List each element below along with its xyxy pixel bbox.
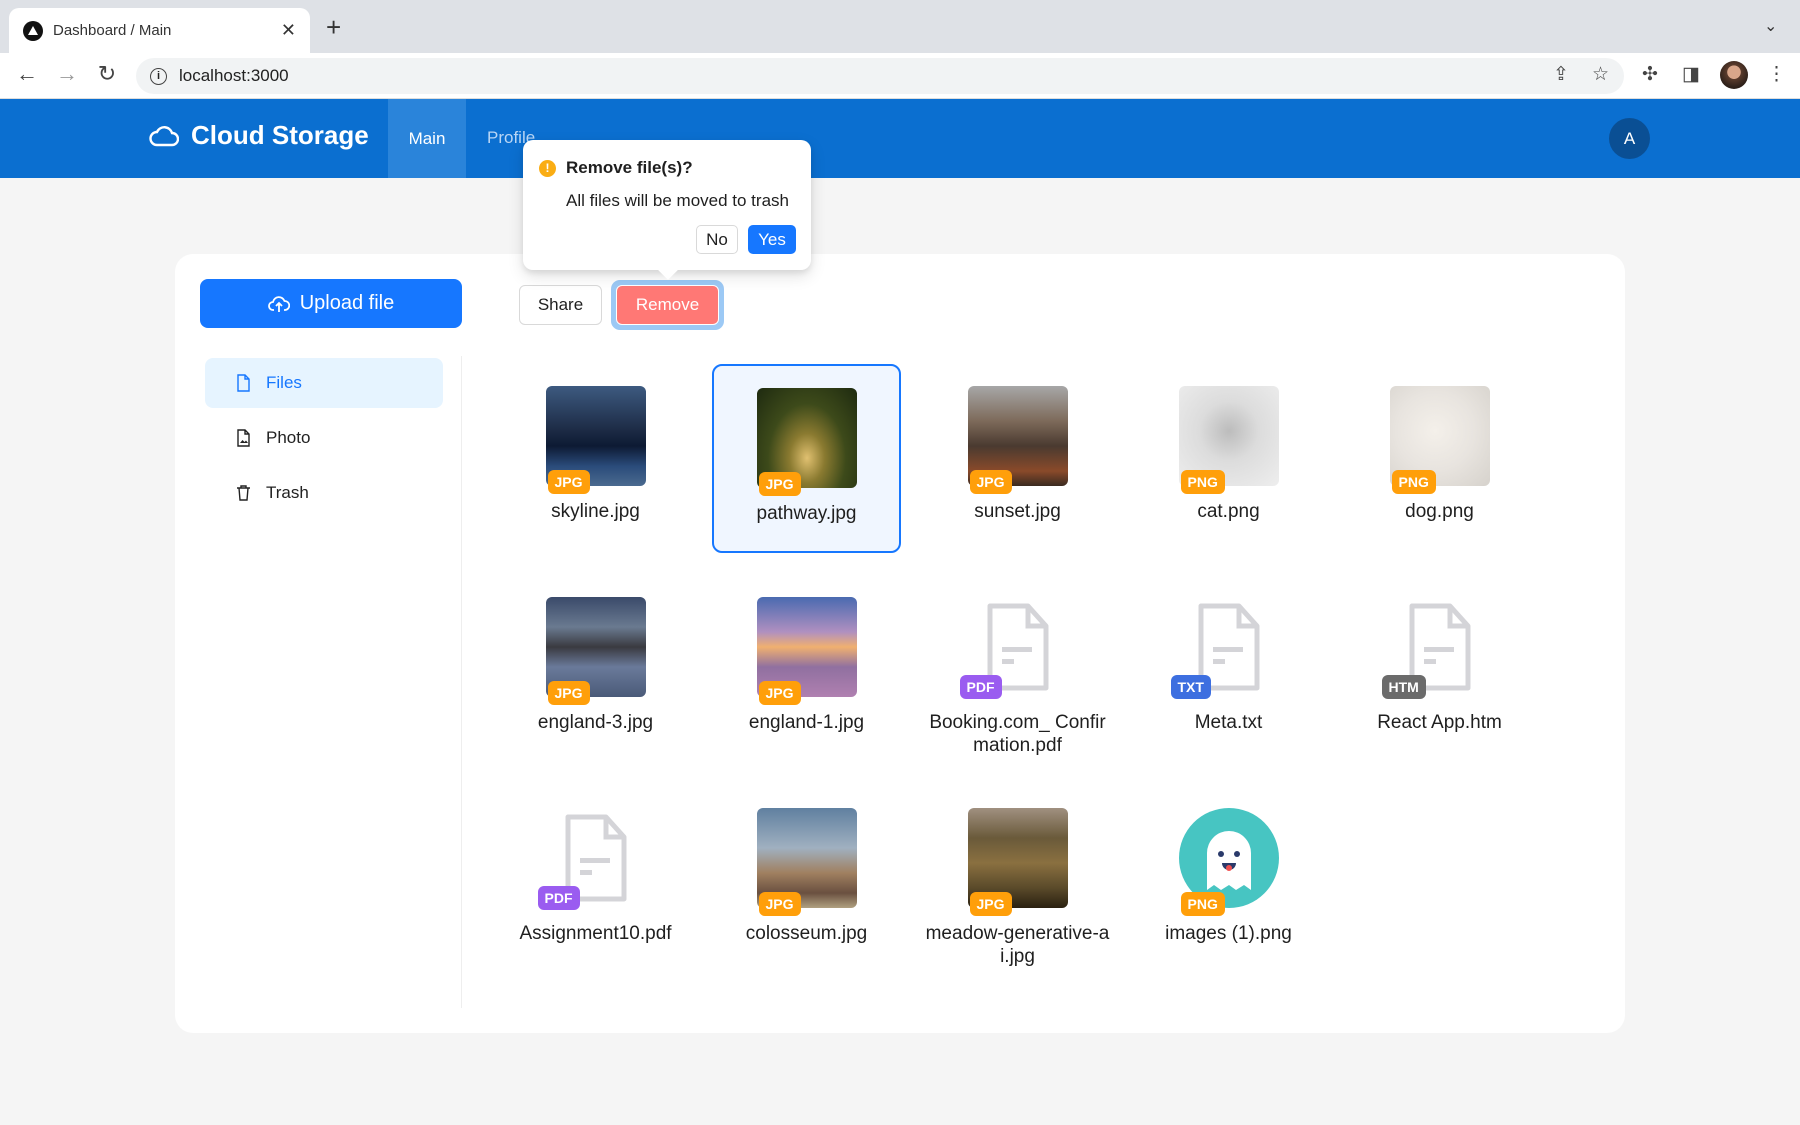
upload-file-label: Upload file bbox=[299, 292, 395, 314]
popconfirm-description: All files will be moved to trash bbox=[566, 191, 789, 210]
trash-icon bbox=[237, 485, 250, 501]
file-type-badge: JPG bbox=[547, 470, 590, 494]
file-icon bbox=[237, 374, 250, 392]
share-button[interactable]: Share bbox=[519, 285, 602, 325]
file-name: sunset.jpg bbox=[974, 501, 1061, 522]
file-type-badge: JPG bbox=[969, 892, 1012, 916]
file-name: cat.png bbox=[1197, 501, 1260, 522]
file-name: england-1.jpg bbox=[748, 712, 865, 733]
site-info-icon[interactable]: i bbox=[150, 67, 167, 85]
file-type-badge: JPG bbox=[758, 472, 801, 496]
file-item[interactable]: JPG colosseum.jpg bbox=[712, 786, 901, 975]
file-item[interactable]: TXT Meta.txt bbox=[1134, 575, 1323, 764]
sidebar-divider bbox=[461, 356, 462, 1008]
file-type-badge: PDF bbox=[959, 675, 1002, 699]
app-header: Cloud Storage Main Profile A bbox=[0, 99, 1800, 178]
browser-tab[interactable]: Dashboard / Main ✕ bbox=[9, 8, 310, 53]
share-page-icon[interactable]: ⇪ bbox=[1553, 63, 1569, 86]
browser-toolbar: ← → ↻ i localhost:3000 ⇪ ☆ ✣ ◨ ⋮ bbox=[0, 53, 1800, 99]
app-favicon-icon bbox=[23, 20, 43, 41]
sidebar-item-label: Trash bbox=[266, 483, 309, 502]
file-name: React App.htm bbox=[1377, 712, 1502, 733]
file-name: dog.png bbox=[1405, 501, 1474, 522]
file-name: Booking.com_ Confirmation.pdf bbox=[929, 712, 1106, 756]
file-item[interactable]: PNG cat.png bbox=[1134, 364, 1323, 553]
sidebar-item-photo[interactable]: Photo bbox=[205, 413, 443, 463]
file-type-badge: JPG bbox=[547, 681, 590, 705]
file-name: england-3.jpg bbox=[537, 712, 654, 733]
exclamation-warning-icon: ! bbox=[539, 160, 556, 177]
user-avatar[interactable]: A bbox=[1609, 118, 1650, 159]
file-type-badge: JPG bbox=[758, 892, 801, 916]
file-name: colosseum.jpg bbox=[745, 923, 868, 944]
file-item[interactable]: JPG england-1.jpg bbox=[712, 575, 901, 764]
file-type-badge: PNG bbox=[1180, 470, 1225, 494]
app-title: Cloud Storage bbox=[191, 120, 369, 150]
file-item[interactable]: PNG dog.png bbox=[1345, 364, 1534, 553]
file-item[interactable]: JPG skyline.jpg bbox=[501, 364, 690, 553]
file-item[interactable]: PNG images (1).png bbox=[1134, 786, 1323, 975]
nav-main[interactable]: Main bbox=[388, 99, 466, 178]
file-name: images (1).png bbox=[1165, 923, 1292, 944]
file-item[interactable]: PDF Booking.com_ Confirmation.pdf bbox=[923, 575, 1112, 764]
cloud-upload-icon bbox=[267, 295, 290, 312]
extensions-icon[interactable]: ✣ bbox=[1642, 63, 1658, 86]
file-item[interactable]: JPG england-3.jpg bbox=[501, 575, 690, 764]
bookmark-star-icon[interactable]: ☆ bbox=[1592, 63, 1609, 86]
reload-icon[interactable]: ↻ bbox=[92, 61, 122, 87]
back-icon[interactable]: ← bbox=[12, 61, 42, 87]
file-type-badge: HTM bbox=[1381, 675, 1426, 699]
file-type-badge: PDF bbox=[537, 886, 580, 910]
sidebar-item-trash[interactable]: Trash bbox=[205, 468, 443, 518]
browser-menu-icon[interactable]: ⋮ bbox=[1767, 63, 1786, 86]
popconfirm-yes-button[interactable]: Yes bbox=[748, 225, 796, 254]
file-item[interactable]: PDF Assignment10.pdf bbox=[501, 786, 690, 975]
file-item[interactable]: JPG pathway.jpg bbox=[712, 364, 901, 553]
sidebar-item-label: Photo bbox=[266, 428, 311, 447]
file-type-badge: PNG bbox=[1180, 892, 1225, 916]
popconfirm-title: Remove file(s)? bbox=[566, 158, 693, 177]
file-name: Meta.txt bbox=[1194, 712, 1263, 733]
file-name: pathway.jpg bbox=[756, 503, 857, 524]
file-item[interactable]: JPG meadow-generative-ai.jpg bbox=[923, 786, 1112, 975]
browser-tab-strip: Dashboard / Main ✕ + ⌄ bbox=[0, 0, 1800, 53]
file-name: skyline.jpg bbox=[551, 501, 640, 522]
file-type-badge: PNG bbox=[1391, 470, 1436, 494]
url-text: localhost:3000 bbox=[179, 66, 289, 85]
cloud-icon bbox=[149, 125, 179, 146]
sidebar-item-label: Files bbox=[266, 373, 302, 392]
file-item[interactable]: HTM React App.htm bbox=[1345, 575, 1534, 764]
close-tab-icon[interactable]: ✕ bbox=[281, 20, 296, 41]
file-type-badge: JPG bbox=[758, 681, 801, 705]
popconfirm-no-button[interactable]: No bbox=[696, 225, 738, 254]
sidebar-item-files[interactable]: Files bbox=[205, 358, 443, 408]
app-logo[interactable]: Cloud Storage bbox=[149, 120, 369, 151]
tab-title: Dashboard / Main bbox=[53, 22, 172, 39]
remove-popconfirm: ! Remove file(s)? All files will be move… bbox=[523, 140, 811, 270]
browser-profile-avatar[interactable] bbox=[1720, 61, 1748, 89]
file-type-badge: JPG bbox=[969, 470, 1012, 494]
file-name: Assignment10.pdf bbox=[519, 923, 672, 944]
tab-search-chevron-icon[interactable]: ⌄ bbox=[1764, 16, 1777, 36]
new-tab-icon[interactable]: + bbox=[326, 12, 341, 43]
forward-icon[interactable]: → bbox=[52, 61, 82, 87]
address-bar[interactable]: i localhost:3000 bbox=[136, 58, 1624, 94]
remove-button[interactable]: Remove bbox=[616, 285, 719, 325]
side-panel-icon[interactable]: ◨ bbox=[1682, 63, 1700, 86]
upload-file-button[interactable]: Upload file bbox=[200, 279, 462, 328]
file-type-badge: TXT bbox=[1170, 675, 1211, 699]
file-item[interactable]: JPG sunset.jpg bbox=[923, 364, 1112, 553]
file-name: meadow-generative-ai.jpg bbox=[925, 923, 1110, 967]
file-image-icon bbox=[237, 429, 250, 447]
